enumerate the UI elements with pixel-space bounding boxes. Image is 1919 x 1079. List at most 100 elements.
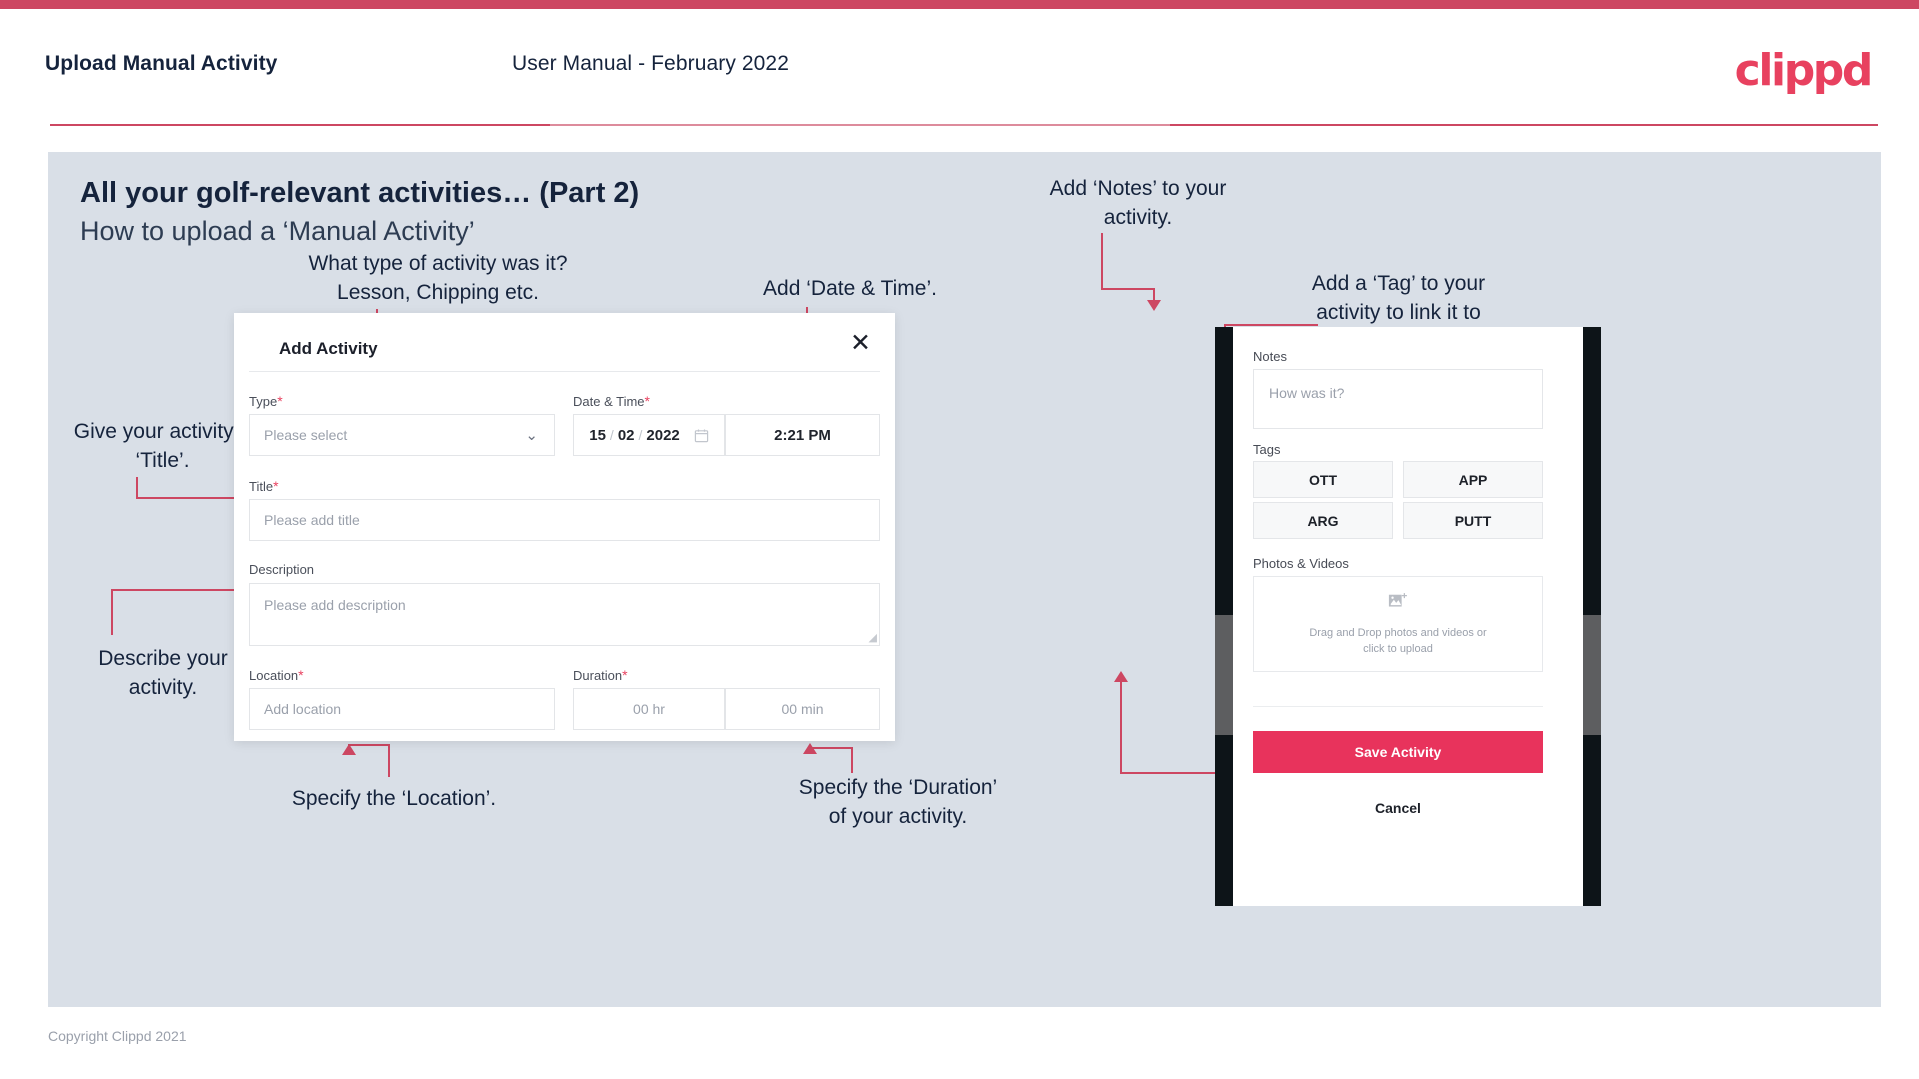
tag-button-putt[interactable]: PUTT (1403, 502, 1543, 539)
add-activity-dialog: Add Activity ✕ Type* Please select ⌄ Dat… (234, 313, 895, 741)
duration-hours-placeholder: 00 hr (633, 701, 665, 717)
tags-label: Tags (1253, 442, 1281, 457)
title-label: Title* (249, 478, 279, 494)
clippd-logo: clippd (1734, 45, 1874, 96)
connector-notes-h (1101, 288, 1154, 290)
description-label-text: Description (249, 562, 315, 577)
title-placeholder: Please add title (264, 512, 360, 528)
duration-hours-input[interactable]: 00 hr (573, 688, 725, 730)
calendar-icon[interactable] (694, 428, 709, 443)
drop-line-2: click to upload (1363, 642, 1433, 655)
phone-scrollbar-left[interactable] (1215, 615, 1233, 735)
title-input[interactable]: Please add title (249, 499, 880, 541)
type-label: Type* (249, 393, 283, 409)
tag-label-putt: PUTT (1454, 512, 1492, 529)
datetime-label: Date & Time* (573, 393, 650, 409)
description-label: Description (249, 562, 314, 577)
annotation-notes: Add ‘Notes’ to your activity. (1049, 177, 1227, 229)
datetime-label-text: Date & Time (573, 394, 645, 409)
connector-desc-v (111, 590, 113, 635)
duration-label: Duration* (573, 667, 628, 683)
phone-bezel-right (1583, 327, 1601, 906)
description-placeholder: Please add description (264, 597, 406, 613)
annotation-datetime: Add ‘Date & Time’. (763, 277, 937, 300)
connector-loc-v2 (388, 744, 390, 777)
close-icon[interactable]: ✕ (850, 330, 871, 355)
connector-save-arrow (1114, 671, 1128, 682)
save-activity-label: Save Activity (1354, 744, 1442, 760)
phone-screen: Notes How was it? Tags OTT APP ARG PUTT … (1233, 327, 1583, 906)
title-required: * (273, 478, 279, 494)
page-header: Upload Manual Activity User Manual - Feb… (0, 9, 1919, 125)
duration-label-text: Duration (573, 668, 623, 683)
connector-loc-arrow (342, 744, 356, 755)
time-value: 2:21 PM (774, 426, 831, 444)
notes-placeholder: How was it? (1269, 385, 1345, 401)
description-input[interactable]: Please add description ◢ (249, 583, 880, 646)
tag-button-app[interactable]: APP (1403, 461, 1543, 498)
phone-bezel-left (1215, 327, 1233, 906)
date-year: 2022 (646, 426, 680, 444)
phone-divider (1253, 706, 1543, 707)
type-placeholder: Please select (264, 427, 348, 443)
type-select[interactable]: Please select ⌄ (249, 414, 555, 456)
annotation-location: Specify the ‘Location’. (291, 787, 497, 810)
slide-subtitle: How to upload a ‘Manual Activity’ (80, 216, 475, 246)
header-divider-middle (550, 124, 1170, 126)
header-divider-left (50, 124, 550, 126)
datetime-required: * (644, 393, 650, 409)
drop-line-1: Drag and Drop photos and videos or (1309, 626, 1487, 639)
notes-label: Notes (1253, 349, 1287, 364)
slide-page: Upload Manual Activity User Manual - Feb… (0, 0, 1919, 1079)
type-required: * (277, 393, 283, 409)
add-image-icon (1387, 592, 1409, 617)
photos-label: Photos & Videos (1253, 556, 1349, 571)
annotation-type: What type of activity was it? Lesson, Ch… (308, 252, 568, 304)
dialog-divider (249, 371, 880, 372)
date-sep-2: / (638, 427, 643, 443)
footer-copyright: Copyright Clippd 2021 (48, 1028, 187, 1044)
tag-label-app: APP (1458, 471, 1488, 488)
tag-button-ott[interactable]: OTT (1253, 461, 1393, 498)
chevron-down-icon: ⌄ (525, 426, 538, 444)
cancel-label: Cancel (1375, 800, 1421, 816)
title-label-text: Title (249, 479, 274, 494)
tag-label-ott: OTT (1309, 471, 1337, 488)
dialog-title: Add Activity (279, 339, 378, 358)
type-label-text: Type (249, 394, 278, 409)
resize-handle-icon[interactable]: ◢ (869, 633, 877, 644)
save-activity-button[interactable]: Save Activity (1253, 731, 1543, 773)
top-accent-bar (0, 0, 1919, 9)
location-placeholder: Add location (264, 701, 342, 717)
location-input[interactable]: Add location (249, 688, 555, 730)
connector-tags-h (1224, 324, 1318, 326)
connector-dur-v2 (851, 747, 853, 773)
connector-notes-v (1101, 233, 1103, 289)
slide-title: All your golf-relevant activities… (Part… (80, 177, 640, 209)
page-title: Upload Manual Activity (45, 52, 278, 75)
connector-notes-arrow (1147, 300, 1161, 311)
photo-drop-zone[interactable]: Drag and Drop photos and videos or click… (1253, 576, 1543, 672)
phone-mockup: Notes How was it? Tags OTT APP ARG PUTT … (1215, 327, 1601, 906)
connector-dur-arrow (803, 743, 817, 754)
tag-label-arg: ARG (1307, 512, 1339, 529)
date-sep-1: / (609, 427, 614, 443)
duration-minutes-input[interactable]: 00 min (725, 688, 880, 730)
duration-minutes-placeholder: 00 min (781, 701, 824, 717)
phone-scrollbar-right[interactable] (1583, 615, 1601, 735)
page-subtitle: User Manual - February 2022 (512, 52, 789, 75)
header-divider-right (1170, 124, 1878, 126)
annotation-duration: Specify the ‘Duration’ of your activity. (798, 776, 998, 828)
cancel-button[interactable]: Cancel (1253, 787, 1543, 829)
date-day: 15 (589, 426, 606, 444)
location-required: * (298, 667, 304, 683)
date-input[interactable]: 15 / 02 / 2022 (573, 414, 725, 456)
location-label: Location* (249, 667, 304, 683)
duration-required: * (622, 667, 628, 683)
connector-title-v (136, 477, 138, 499)
date-month: 02 (617, 426, 635, 444)
time-input[interactable]: 2:21 PM (725, 414, 880, 456)
connector-title-h (136, 497, 240, 499)
connector-save-v (1120, 680, 1122, 773)
tag-button-arg[interactable]: ARG (1253, 502, 1393, 539)
